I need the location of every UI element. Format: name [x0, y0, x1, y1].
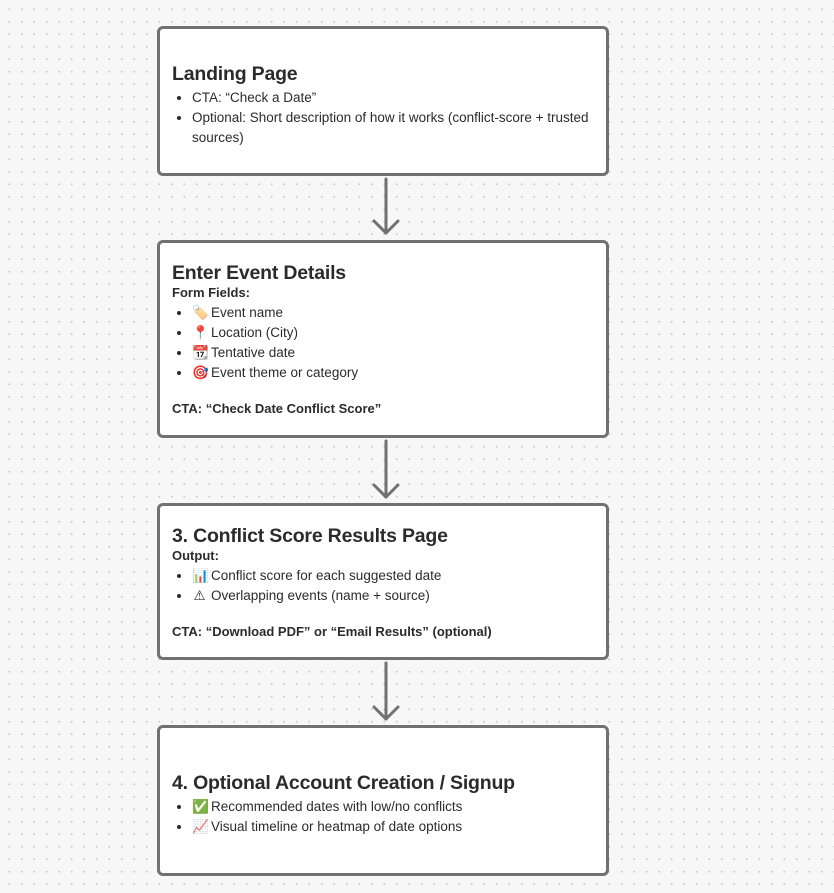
landing-page-card[interactable]: Landing Page CTA: “Check a Date” Optiona… [157, 26, 609, 176]
arrow-down-icon [372, 177, 400, 235]
check-mark-icon: ✅ [192, 799, 209, 814]
conflict-score-results-card[interactable]: 3. Conflict Score Results Page Output: 📊… [157, 503, 609, 660]
form-fields-heading: Form Fields: [172, 285, 251, 300]
list-item-text: Recommended dates with low/no conflicts [211, 799, 463, 814]
list-item-text: Event name [211, 305, 284, 320]
list-item-text: Visual timeline or heatmap of date optio… [211, 819, 463, 834]
list-item: ⚠ Overlapping events (name + source) [192, 586, 606, 606]
cta-text: CTA: “Check Date Conflict Score” [172, 401, 382, 416]
card-title: 4. Optional Account Creation / Signup [172, 772, 515, 794]
card-title: Landing Page [172, 63, 298, 85]
bullet-list: 📊Conflict score for each suggested date … [172, 566, 606, 606]
account-signup-card[interactable]: 4. Optional Account Creation / Signup ✅R… [157, 725, 609, 876]
arrow-down-icon [372, 661, 400, 721]
calendar-icon: 📆 [192, 345, 209, 360]
list-item-text: Overlapping events (name + source) [211, 588, 430, 603]
enter-event-details-card[interactable]: Enter Event Details Form Fields: 🏷️Event… [157, 240, 609, 438]
card-title: Enter Event Details [172, 262, 346, 284]
location-pin-icon: 📍 [192, 325, 209, 340]
list-item: CTA: “Check a Date” [192, 88, 606, 108]
bullet-list: CTA: “Check a Date” Optional: Short desc… [172, 88, 606, 148]
list-item: 🏷️Event name [192, 303, 606, 323]
list-item: 📍Location (City) [192, 323, 606, 343]
list-item: 📈Visual timeline or heatmap of date opti… [192, 817, 606, 837]
list-item: 🎯Event theme or category [192, 363, 606, 383]
bullet-list: 🏷️Event name 📍Location (City) 📆Tentative… [172, 303, 606, 383]
bullet-list: ✅Recommended dates with low/no conflicts… [172, 797, 606, 837]
list-item: Optional: Short description of how it wo… [192, 108, 606, 148]
list-item-text: Location (City) [211, 325, 299, 340]
arrow-down-icon [372, 439, 400, 499]
output-heading: Output: [172, 548, 219, 563]
list-item-text: Conflict score for each suggested date [211, 568, 442, 583]
trend-chart-icon: 📈 [192, 819, 209, 834]
cta-text: CTA: “Download PDF” or “Email Results” (… [172, 624, 492, 639]
target-icon: 🎯 [192, 365, 209, 380]
list-item-text: Tentative date [211, 345, 296, 360]
list-item: 📆Tentative date [192, 343, 606, 363]
warning-icon: ⚠ [193, 588, 206, 603]
list-item: ✅Recommended dates with low/no conflicts [192, 797, 606, 817]
list-item: 📊Conflict score for each suggested date [192, 566, 606, 586]
label-tag-icon: 🏷️ [192, 305, 209, 320]
bar-chart-icon: 📊 [192, 568, 209, 583]
list-item-text: Event theme or category [211, 365, 359, 380]
card-title: 3. Conflict Score Results Page [172, 525, 448, 547]
